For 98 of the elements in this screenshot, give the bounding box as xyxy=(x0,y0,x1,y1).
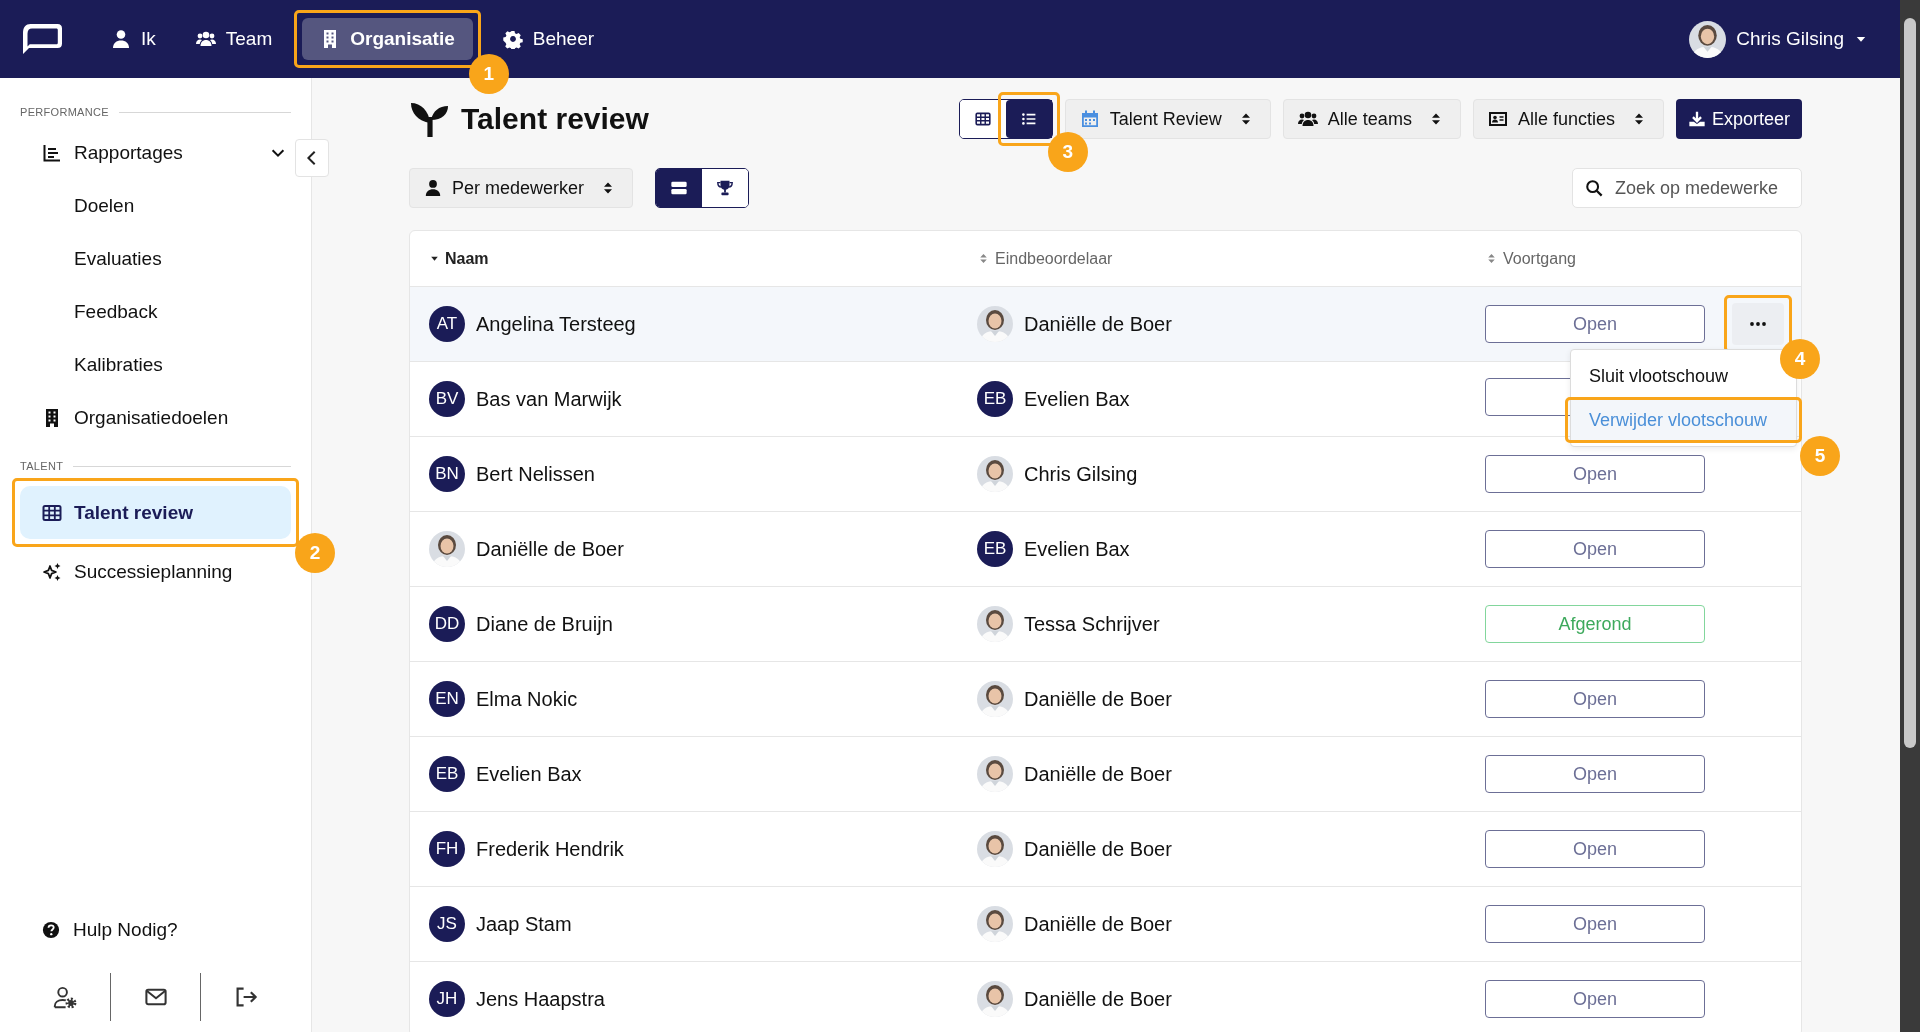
employee-name: Bert Nelissen xyxy=(476,462,595,486)
avatar: BN xyxy=(429,456,465,492)
people-icon xyxy=(195,29,216,49)
column-header[interactable]: Eindbeoordelaar xyxy=(995,249,1113,268)
filter-dropdown[interactable]: Talent Review xyxy=(1064,99,1271,139)
reviewer-name: Daniëlle de Boer xyxy=(1024,987,1172,1011)
employee-name: Elma Nokic xyxy=(476,687,578,711)
user-icon xyxy=(111,29,131,49)
column-header[interactable]: Naam xyxy=(445,249,489,268)
calendar-icon xyxy=(1079,109,1100,129)
more-icon xyxy=(1750,322,1766,326)
group-by-dropdown[interactable]: Per medewerker xyxy=(409,168,634,208)
user-icon xyxy=(424,179,442,197)
progress-button[interactable]: Open xyxy=(1485,755,1705,793)
sort-icon xyxy=(1485,252,1498,265)
reviewer-name: Daniëlle de Boer xyxy=(1024,762,1172,786)
nav-tab[interactable]: Ik xyxy=(101,18,166,60)
reviewer-name: Evelien Bax xyxy=(1024,537,1130,561)
step-badge: 4 xyxy=(1780,339,1820,379)
avatar: EB xyxy=(977,531,1013,567)
page-title: Talent review xyxy=(461,102,649,136)
filter-dropdown[interactable]: Alle functies xyxy=(1472,99,1664,139)
logo-icon xyxy=(20,21,65,57)
sidebar-subitem[interactable]: Doelen xyxy=(20,179,291,232)
help-link[interactable]: Hulp Nodig? xyxy=(20,910,291,950)
employee-name: Evelien Bax xyxy=(476,762,582,786)
search-icon xyxy=(1585,179,1603,197)
employee-name: Jaap Stam xyxy=(476,912,572,936)
logout-icon xyxy=(234,985,259,1009)
progress-button[interactable]: Open xyxy=(1485,905,1705,943)
section-label: PERFORMANCE xyxy=(20,106,109,118)
nav-tab[interactable]: Team xyxy=(185,18,283,60)
people-icon xyxy=(1297,109,1318,129)
sidebar-subitem[interactable]: Evaluaties xyxy=(20,232,291,285)
sidebar-subitem[interactable]: Kalibraties xyxy=(20,338,291,391)
reviewer-name: Evelien Bax xyxy=(1024,387,1130,411)
sidebar-subitem[interactable]: Feedback xyxy=(20,285,291,338)
progress-button[interactable]: Open xyxy=(1485,455,1705,493)
search-input[interactable]: Zoek op medewerke xyxy=(1615,173,1789,203)
table-icon xyxy=(974,111,991,127)
step-badge: 3 xyxy=(1047,132,1088,172)
progress-button[interactable]: Open xyxy=(1485,830,1705,868)
employee-name: Bas van Marwijk xyxy=(476,387,622,411)
trophy-icon xyxy=(716,179,735,197)
list-icon xyxy=(1020,111,1037,127)
table-icon xyxy=(42,502,62,523)
sidebar-item[interactable]: Successieplanning xyxy=(20,545,291,598)
employee-name: Frederik Hendrik xyxy=(476,837,624,861)
export-button[interactable]: Exporteer xyxy=(1675,99,1802,139)
avatar: AT xyxy=(429,306,465,342)
search-field[interactable]: Zoek op medewerke xyxy=(1572,168,1802,208)
progress-button[interactable]: Open xyxy=(1485,530,1705,568)
nav-tab[interactable]: Organisatie xyxy=(302,18,473,60)
user-settings-icon xyxy=(52,985,77,1009)
reviewer-name: Daniëlle de Boer xyxy=(1024,837,1172,861)
step-badge: 5 xyxy=(1800,436,1840,476)
avatar: EB xyxy=(977,381,1013,417)
column-header[interactable]: Voortgang xyxy=(1503,249,1576,268)
reviewer-name: Tessa Schrijver xyxy=(1024,612,1160,636)
employee-name: Diane de Bruijn xyxy=(476,612,613,636)
avatar: FH xyxy=(429,831,465,867)
stacked-cards-icon xyxy=(670,179,689,197)
employee-name: Angelina Tersteeg xyxy=(476,312,636,336)
reviewer-name: Daniëlle de Boer xyxy=(1024,687,1172,711)
step-badge: 2 xyxy=(295,533,335,573)
collapse-button[interactable] xyxy=(295,139,329,177)
avatar: DD xyxy=(429,606,465,642)
user-menu[interactable]: Chris Gilsing xyxy=(1689,20,1868,58)
chart-icon xyxy=(42,142,62,163)
help-icon xyxy=(42,921,60,939)
download-icon xyxy=(1687,110,1706,128)
view-toggle-button[interactable] xyxy=(1005,100,1052,138)
sidebar-item[interactable]: Talent review xyxy=(20,486,291,539)
filter-dropdown[interactable]: Alle teams xyxy=(1282,99,1461,139)
section-label: TALENT xyxy=(20,460,64,472)
sidebar-item[interactable]: Rapportages xyxy=(20,126,291,179)
sidebar-item[interactable]: Organisatiedoelen xyxy=(20,391,291,444)
employee-name: Jens Haapstra xyxy=(476,987,605,1011)
sort-icon xyxy=(977,252,990,265)
avatar: EB xyxy=(429,756,465,792)
progress-button[interactable]: Open xyxy=(1485,980,1705,1018)
progress-button[interactable]: Open xyxy=(1485,680,1705,718)
id-card-icon xyxy=(1487,109,1508,129)
reviewer-name: Daniëlle de Boer xyxy=(1024,312,1172,336)
mode-toggle-button[interactable] xyxy=(656,169,703,207)
reviewer-name: Chris Gilsing xyxy=(1024,462,1138,486)
step-badge: 1 xyxy=(468,54,509,94)
avatar: EN xyxy=(429,681,465,717)
avatar: JS xyxy=(429,906,465,942)
avatar: BV xyxy=(429,381,465,417)
settings-icon xyxy=(502,29,523,49)
menu-item[interactable]: Sluit vlootschouw xyxy=(1571,354,1796,398)
reviewer-name: Daniëlle de Boer xyxy=(1024,912,1172,936)
avatar: JH xyxy=(429,981,465,1017)
progress-button[interactable]: Open xyxy=(1485,305,1705,343)
sparkle-icon xyxy=(42,561,62,582)
employee-name: Daniëlle de Boer xyxy=(476,537,624,561)
scrollbar-thumb[interactable] xyxy=(1904,18,1916,748)
